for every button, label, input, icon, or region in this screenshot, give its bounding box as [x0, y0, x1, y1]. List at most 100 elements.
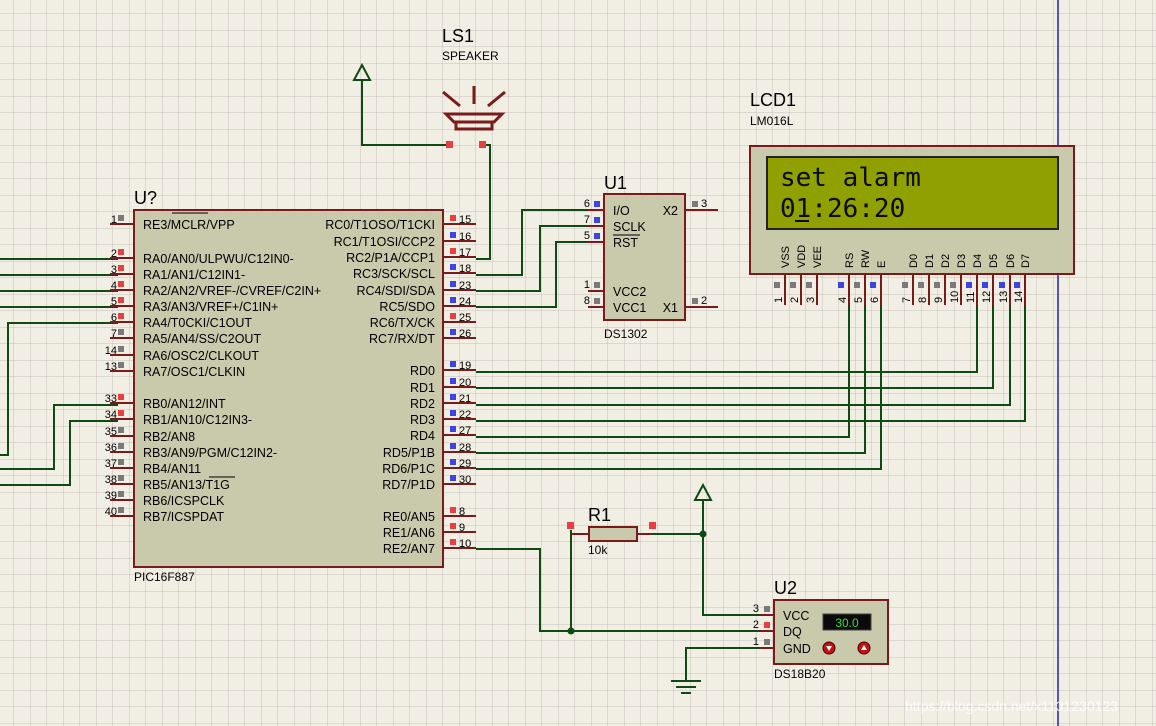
- pin-number: 5: [584, 230, 590, 242]
- pin-marker: [450, 248, 456, 254]
- pin-number: 21: [459, 393, 471, 405]
- lcd-line-1: set alarm: [780, 163, 921, 193]
- pin-marker: [450, 410, 456, 416]
- pin-label: RD3: [410, 413, 435, 427]
- pin-label: D3: [956, 254, 968, 268]
- pin-label: RB7/ICSPDAT: [143, 510, 224, 524]
- pin-marker: [118, 329, 124, 335]
- pin-label: VDD: [796, 245, 808, 268]
- temp-down-button[interactable]: [822, 641, 836, 655]
- pin-number: 15: [459, 214, 471, 226]
- pin-marker: [450, 507, 456, 513]
- pin-number: 4: [111, 280, 117, 292]
- pin-marker: [118, 249, 124, 255]
- pin-label: RC5/SDO: [379, 300, 435, 314]
- mcu-ref: U?: [134, 188, 157, 208]
- pin-number: 14: [1013, 291, 1025, 303]
- pin-marker: [567, 522, 574, 529]
- pin-marker: [450, 297, 456, 303]
- pin-marker: [902, 282, 908, 288]
- pin-marker: [118, 427, 124, 433]
- pin-number: 3: [805, 297, 817, 303]
- watermark-text: https://blog.csdn.net/x1131230123: [905, 698, 1118, 714]
- pin-label: RST: [613, 236, 638, 250]
- pin-label: D2: [940, 254, 952, 268]
- pin-marker: [118, 475, 124, 481]
- pin-number: 40: [105, 506, 117, 518]
- pin-marker: [450, 361, 456, 367]
- pin-label: RD4: [410, 429, 435, 443]
- pin-marker: [950, 282, 956, 288]
- pin-label: RE0/AN5: [383, 510, 435, 524]
- pin-label: D4: [972, 254, 984, 268]
- pin-label: RC3/SCK/SCL: [353, 267, 435, 281]
- pin-marker: [118, 443, 124, 449]
- lcd-part: LM016L: [750, 114, 794, 128]
- pin-number: 3: [111, 264, 117, 276]
- pin-number: 28: [459, 442, 471, 454]
- rtc-ref: U1: [604, 173, 627, 193]
- pin-number: 27: [459, 425, 471, 437]
- pin-label: RB1/AN10/C12IN3-: [143, 413, 252, 427]
- pin-label: RA2/AN2/VREF-/CVREF/C2IN+: [143, 284, 321, 298]
- pin-label: RE2/AN7: [383, 542, 435, 556]
- pin-marker: [450, 475, 456, 481]
- pin-number: 2: [111, 248, 117, 260]
- temp-up-button[interactable]: [857, 641, 871, 655]
- pin-number: 1: [773, 297, 785, 303]
- resistor-ref: R1: [588, 505, 611, 525]
- pin-marker: [594, 217, 600, 223]
- pin-label: DQ: [783, 625, 802, 639]
- pin-number: 5: [853, 297, 865, 303]
- pin-number: 1: [753, 636, 759, 648]
- pin-number: 29: [459, 458, 471, 470]
- pin-number: 24: [459, 296, 471, 308]
- lcd-cursor: [795, 220, 809, 222]
- pin-number: 13: [105, 361, 117, 373]
- pin-marker: [764, 639, 770, 645]
- lcd-ref: LCD1: [750, 90, 796, 110]
- pin-marker: [450, 459, 456, 465]
- pin-label: RS: [844, 253, 856, 268]
- junction-dot: [699, 530, 707, 538]
- pin-number: 25: [459, 312, 471, 324]
- pin-label: RC6/TX/CK: [370, 316, 436, 330]
- pin-marker: [870, 282, 876, 288]
- pin-number: 35: [105, 426, 117, 438]
- mcu-component[interactable]: U? PIC16F887 1 RE3/MCLR/VPP 2 RA0/AN0/ULPWU…: [105, 188, 476, 584]
- pin-marker: [118, 281, 124, 287]
- pin-label: RE1/AN6: [383, 526, 435, 540]
- pin-label: X1: [663, 301, 678, 315]
- pin-marker: [966, 282, 972, 288]
- pin-label: RD6/P1C: [382, 462, 435, 476]
- pin-label: RA0/AN0/ULPWU/C12IN0-: [143, 252, 294, 266]
- pin-label: RD0: [410, 364, 435, 378]
- pin-marker: [118, 265, 124, 271]
- sensor-part: DS18B20: [774, 667, 826, 681]
- pin-marker: [450, 264, 456, 270]
- pin-label: VCC2: [613, 285, 646, 299]
- pin-number: 37: [105, 458, 117, 470]
- pin-number: 14: [105, 345, 117, 357]
- pin-label: VCC1: [613, 301, 646, 315]
- pin-number: 6: [584, 198, 590, 210]
- pin-label: SCLK: [613, 220, 646, 234]
- pin-label: VEE: [812, 246, 824, 268]
- pin-number: 30: [459, 474, 471, 486]
- pin-marker: [594, 282, 600, 288]
- pin-label: RW: [860, 249, 872, 268]
- pin-label: RE3/MCLR/VPP: [143, 218, 235, 232]
- pin-label: RC4/SDI/SDA: [357, 284, 436, 298]
- pin-marker: [450, 215, 456, 221]
- lcd-line-2: 01:26:20: [780, 194, 905, 224]
- schematic-canvas[interactable]: LS1 SPEAKER U? PIC16F887 1 RE3/MCLR/VPP 2 R…: [0, 0, 1156, 726]
- pin-marker: [764, 622, 770, 628]
- pin-number: 4: [837, 297, 849, 303]
- pin-marker: [764, 606, 770, 612]
- pin-marker: [450, 329, 456, 335]
- pin-label: D7: [1020, 254, 1032, 268]
- pin-marker: [118, 313, 124, 319]
- pin-label: RD7/P1D: [382, 478, 435, 492]
- pin-number: 9: [459, 522, 465, 534]
- pin-label: RB4/AN11: [143, 462, 201, 476]
